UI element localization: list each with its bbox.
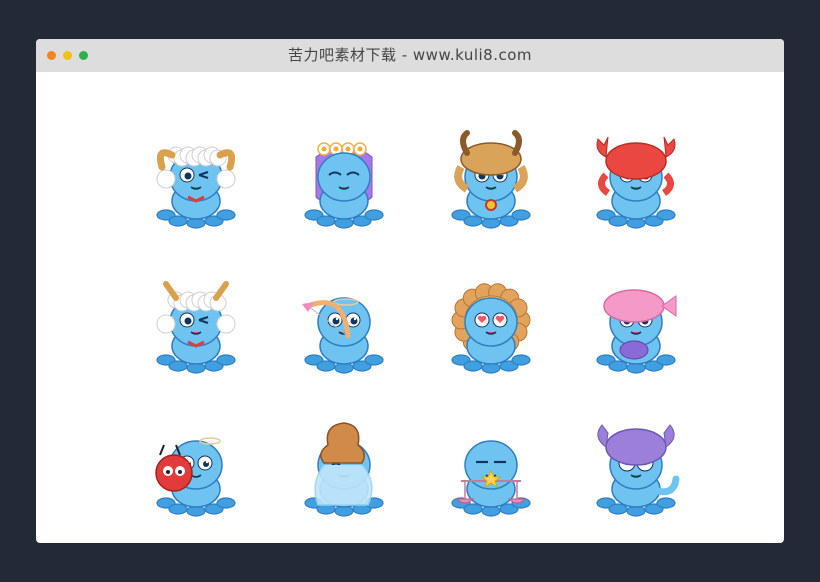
aquarius-octopus-sticker xyxy=(284,415,404,525)
pisces-octopus-image xyxy=(596,289,677,374)
gemini-octopus-image xyxy=(155,437,236,517)
pisces-octopus-sticker xyxy=(576,272,696,382)
title-bar: 苦力吧素材下载 - www.kuli8.com xyxy=(36,39,784,72)
scorpio-octopus-sticker xyxy=(576,415,696,525)
virgo-octopus-sticker xyxy=(284,127,404,237)
capricorn-octopus-image xyxy=(156,281,236,374)
libra-octopus-sticker xyxy=(431,415,551,525)
cancer-octopus-image xyxy=(596,136,676,229)
leo-octopus-sticker xyxy=(431,272,551,382)
gemini-octopus-sticker xyxy=(136,415,256,525)
scorpio-octopus-image xyxy=(596,424,680,517)
browser-window: 苦力吧素材下载 - www.kuli8.com xyxy=(36,39,784,543)
aquarius-octopus-image xyxy=(304,422,384,517)
aries-octopus-image xyxy=(156,146,236,229)
capricorn-octopus-sticker xyxy=(136,272,256,382)
taurus-octopus-sticker xyxy=(431,127,551,237)
sticker-grid xyxy=(36,72,784,543)
aries-octopus-sticker xyxy=(136,127,256,237)
leo-octopus-image xyxy=(451,283,531,374)
libra-octopus-image xyxy=(451,440,531,517)
virgo-octopus-image xyxy=(304,142,384,229)
taurus-octopus-image xyxy=(451,130,531,229)
sagittarius-octopus-image xyxy=(302,297,384,374)
cancer-octopus-sticker xyxy=(576,127,696,237)
window-title: 苦力吧素材下载 - www.kuli8.com xyxy=(287,46,533,64)
sagittarius-octopus-sticker xyxy=(284,272,404,382)
